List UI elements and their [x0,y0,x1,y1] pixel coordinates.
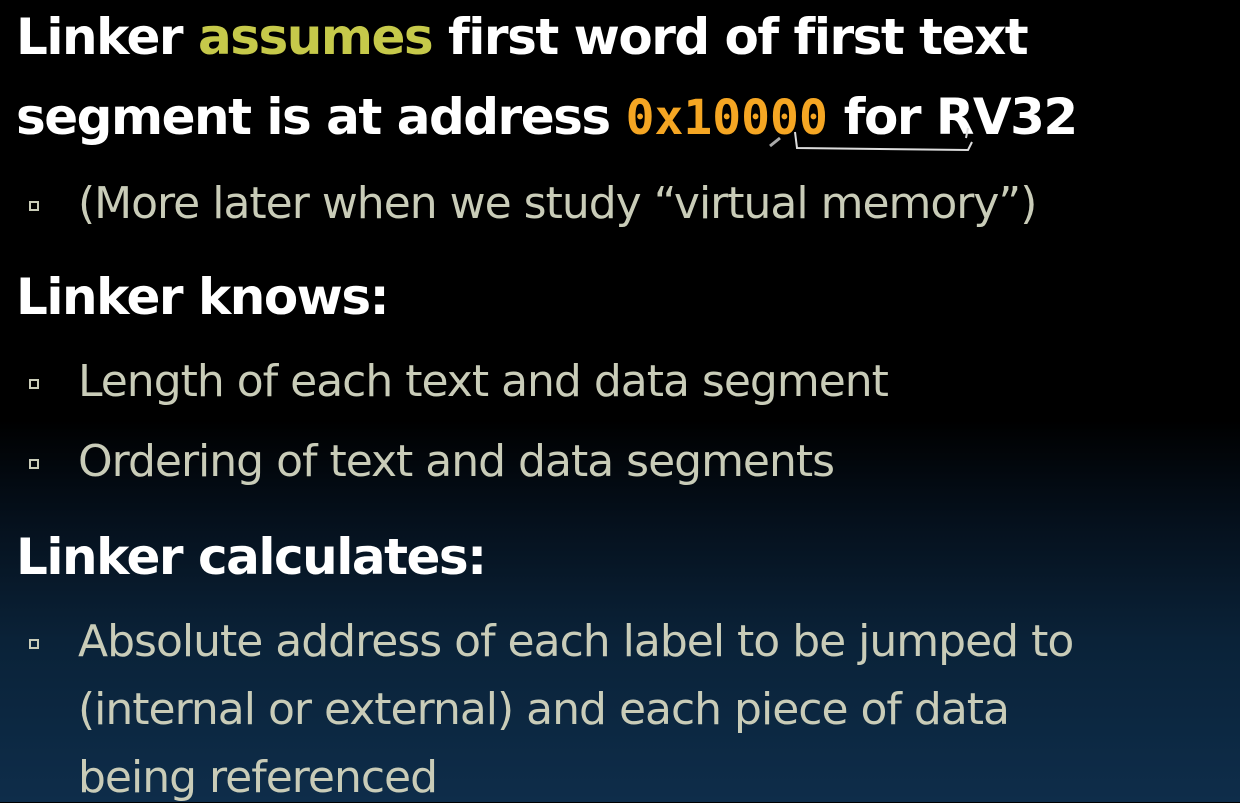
heading-text: first word of first text [432,8,1029,66]
heading-text: for RV32 [827,88,1078,146]
heading-text: Linker [16,8,198,66]
slide: Linker assumes first word of first text … [0,0,1240,803]
heading-linker-calculates: Linker calculates: [16,528,487,586]
highlighted-word: assumes [197,8,434,66]
address-code: 0x10000 [625,90,828,146]
heading-line-1: Linker assumes first word of first text [16,8,1029,66]
sub-bullet-absolute-address-2: (internal or external) and each piece of… [78,684,1010,735]
heading-text: segment is at address [16,88,626,146]
sub-bullet-virtual-memory: (More later when we study “virtual memor… [78,178,1037,229]
heading-linker-knows: Linker knows: [16,268,390,326]
bullet-icon [29,379,39,389]
sub-bullet-absolute-address-3: being referenced [78,752,438,803]
heading-line-2: segment is at address 0x10000 for RV32 [16,88,1078,146]
sub-bullet-length: Length of each text and data segment [78,356,889,407]
bullet-icon [29,639,39,649]
sub-bullet-absolute-address-1: Absolute address of each label to be jum… [78,616,1074,667]
sub-bullet-ordering: Ordering of text and data segments [78,436,835,487]
bullet-icon [29,459,39,469]
bullet-icon [29,201,39,211]
